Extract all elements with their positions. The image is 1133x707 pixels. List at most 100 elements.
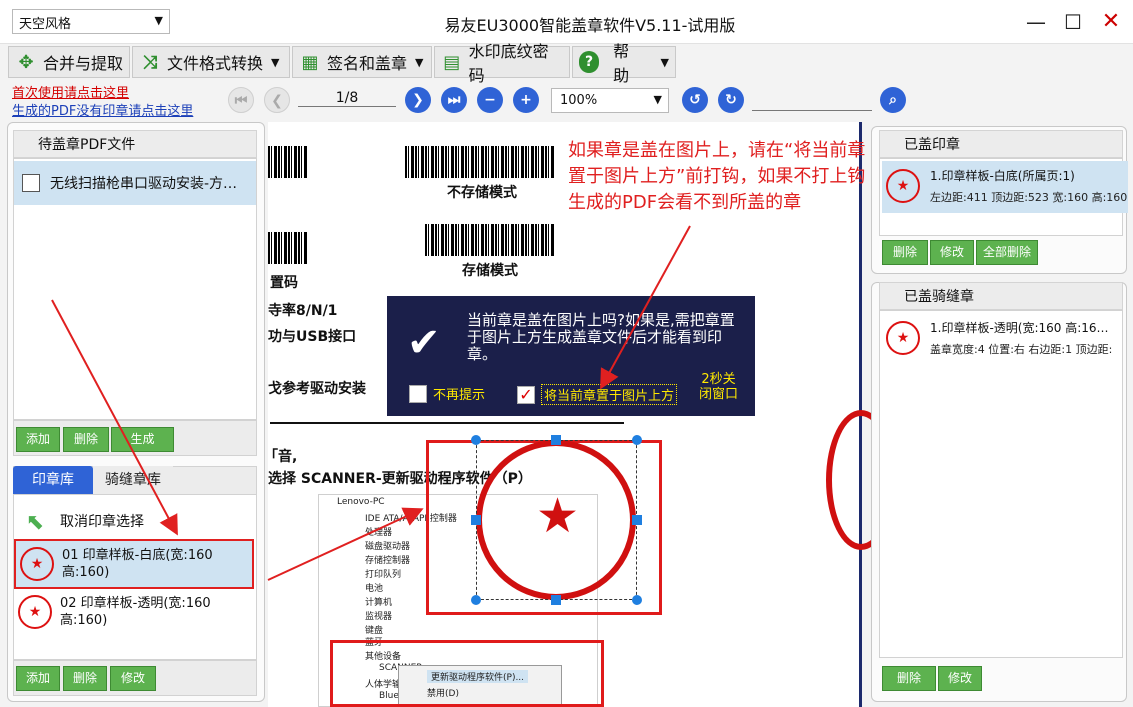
stamp-on-image-dialog: ✔ 当前章是盖在图片上吗?如果是,需把章置于图片上方生成盖章文件后才能看到印章。…: [387, 296, 755, 416]
stamp-item-1[interactable]: ★ 01 印章样板-白底(宽:160 高:160): [14, 539, 254, 589]
delete-seam-button[interactable]: 删除: [882, 666, 936, 691]
dialog-message: 当前章是盖在图片上吗?如果是,需把章置于图片上方生成盖章文件后才能看到印章。: [467, 311, 735, 363]
stamp-item-2[interactable]: ★ 02 印章样板-透明(宽:160 高:160): [18, 587, 254, 637]
zoom-value: 100%: [560, 93, 598, 108]
modify-seam-button[interactable]: 修改: [938, 666, 982, 691]
cancel-select-label: 取消印章选择: [60, 513, 144, 530]
resize-handle[interactable]: [632, 515, 642, 525]
first-use-link[interactable]: 首次使用请点击这里: [12, 82, 129, 101]
resize-handle[interactable]: [551, 595, 561, 605]
doc-text: 「音,: [264, 449, 298, 465]
stamp-thumbnail-icon: ★: [18, 595, 52, 629]
tip-annotation: 如果章是盖在图片上，请在“将当前章置于图片上方”前打钩，如果不打上钩生成的PDF…: [568, 140, 866, 213]
grid-icon: ▦: [301, 51, 319, 73]
generate-button[interactable]: 生成: [111, 427, 174, 452]
stamp-selection-box[interactable]: [476, 440, 637, 600]
next-page-button[interactable]: ❯: [405, 87, 431, 113]
maximize-button[interactable]: ☐: [1055, 6, 1091, 38]
rotate-left-button[interactable]: ↺: [682, 87, 708, 113]
search-input[interactable]: [752, 89, 872, 111]
dev-line: 电池: [365, 584, 384, 594]
zoom-out-button[interactable]: −: [477, 87, 503, 113]
search-button[interactable]: ⌕: [880, 87, 906, 113]
sign-label: 签名和盖章: [327, 54, 408, 73]
pdf-item-checkbox[interactable]: [22, 174, 40, 192]
chevron-down-icon: ▼: [154, 14, 163, 27]
no-stamp-link[interactable]: 生成的PDF没有印章请点击这里: [12, 100, 193, 119]
format-convert-button[interactable]: ⤨ 文件格式转换 ▼: [132, 46, 290, 78]
main-toolbar: ✥ 合并与提取 ⤨ 文件格式转换 ▼ ▦ 签名和盖章 ▼ ▤ 水印底纹密码 ? …: [0, 42, 1133, 85]
resize-handle[interactable]: [632, 595, 642, 605]
delete-stamp-button[interactable]: 删除: [63, 666, 107, 691]
no-remind-label: 不再提示: [433, 388, 486, 403]
no-remind-checkbox[interactable]: 不再提示: [409, 384, 485, 403]
resize-handle[interactable]: [471, 435, 481, 445]
pending-pdf-header: 待盖章PDF文件: [13, 130, 257, 158]
doc-text: 戈参考驱动安装: [268, 381, 366, 397]
doc-divider: [270, 422, 624, 424]
delete-all-button[interactable]: 全部删除: [976, 240, 1038, 265]
delete-stamped-button[interactable]: 删除: [882, 240, 928, 265]
doc-text: 功与USB接口: [268, 329, 357, 345]
list-item[interactable]: ★ 1.印章样板-透明(宽:160 高:16… 盖章宽度:4 位置:右 右边距:…: [882, 313, 1128, 365]
delete-pdf-button[interactable]: 删除: [63, 427, 109, 452]
skin-select-value: 天空风格: [19, 17, 72, 32]
dialog-close-countdown[interactable]: 2秒关 闭窗口: [699, 372, 738, 402]
rotate-right-button[interactable]: ↻: [718, 87, 744, 113]
doc-text: 置码: [270, 275, 298, 291]
chevron-down-icon: ▼: [653, 93, 662, 106]
resize-handle[interactable]: [471, 515, 481, 525]
seam-item-title: 1.印章样板-透明(宽:160 高:16…: [930, 321, 1109, 335]
dev-line: 打印队列: [365, 570, 402, 580]
resize-handle[interactable]: [632, 435, 642, 445]
zoom-in-button[interactable]: +: [513, 87, 539, 113]
highlight-frame: [330, 640, 604, 707]
stamp-item-1-label: 01 印章样板-白底(宽:160 高:160): [62, 548, 213, 580]
barcode-image: [268, 232, 308, 264]
close-button[interactable]: ✕: [1093, 6, 1129, 38]
modify-stamp-button[interactable]: 修改: [110, 666, 156, 691]
chevron-down-icon: ▼: [660, 55, 669, 69]
skin-style-select[interactable]: 天空风格 ▼: [12, 9, 170, 34]
resize-handle[interactable]: [551, 435, 561, 445]
tab-seam-stamp-library[interactable]: 骑缝章库: [93, 466, 173, 494]
barcode-image: [405, 146, 555, 178]
stamped-item-detail: 左边距:411 顶边距:523 宽:160 高:160: [930, 191, 1128, 204]
doc-text: 寺率8/N/1: [268, 303, 338, 319]
stamped-item-title: 1.印章样板-白底(所属页:1): [930, 169, 1075, 183]
merge-extract-button[interactable]: ✥ 合并与提取: [8, 46, 130, 78]
seam-list: ★ 1.印章样板-透明(宽:160 高:16… 盖章宽度:4 位置:右 右边距:…: [879, 310, 1123, 658]
watermark-button[interactable]: ▤ 水印底纹密码: [434, 42, 570, 85]
last-page-button[interactable]: ⏭: [441, 87, 467, 113]
zoom-select[interactable]: 100% ▼: [551, 88, 669, 113]
prev-page-button[interactable]: ❮: [264, 87, 290, 113]
tab-stamp-library[interactable]: 印章库: [13, 466, 93, 494]
pending-pdf-list: 无线扫描枪串口驱动安装-方…: [13, 158, 257, 420]
first-page-button[interactable]: ⏮: [228, 87, 254, 113]
minus-icon: −: [484, 92, 496, 108]
sign-stamp-button[interactable]: ▦ 签名和盖章 ▼: [292, 46, 432, 78]
minimize-button[interactable]: —: [1018, 6, 1054, 38]
list-item[interactable]: 无线扫描枪串口驱动安装-方…: [14, 161, 256, 205]
help-button[interactable]: ? 帮助 ▼: [572, 42, 676, 85]
countdown-label: 2秒关: [701, 372, 736, 387]
add-stamp-button[interactable]: 添加: [16, 666, 60, 691]
page-indicator[interactable]: 1/8: [298, 90, 396, 107]
resize-handle[interactable]: [471, 595, 481, 605]
list-item[interactable]: ★ 1.印章样板-白底(所属页:1) 左边距:411 顶边距:523 宽:160…: [882, 161, 1128, 213]
rotate-left-icon: ↺: [689, 92, 701, 108]
chevron-down-icon: ▼: [271, 55, 280, 69]
checkbox-box: [409, 384, 427, 403]
plus-icon: +: [520, 92, 532, 108]
seam-item-detail: 盖章宽度:4 位置:右 右边距:1 顶边距:: [930, 343, 1113, 356]
rotate-right-icon: ↻: [725, 92, 737, 108]
chevron-left-icon: ❮: [271, 93, 283, 109]
modify-stamped-button[interactable]: 修改: [930, 240, 974, 265]
stamp-item-2-label: 02 印章样板-透明(宽:160 高:160): [60, 596, 211, 628]
barcode-image: [425, 224, 555, 256]
add-pdf-button[interactable]: 添加: [16, 427, 60, 452]
place-top-checkbox[interactable]: ✓ 将当前章置于图片上方: [517, 384, 678, 405]
doc-text: 不存储模式: [447, 185, 517, 201]
checkmark-icon: ✓: [517, 385, 535, 404]
search-icon: ⌕: [889, 92, 897, 108]
